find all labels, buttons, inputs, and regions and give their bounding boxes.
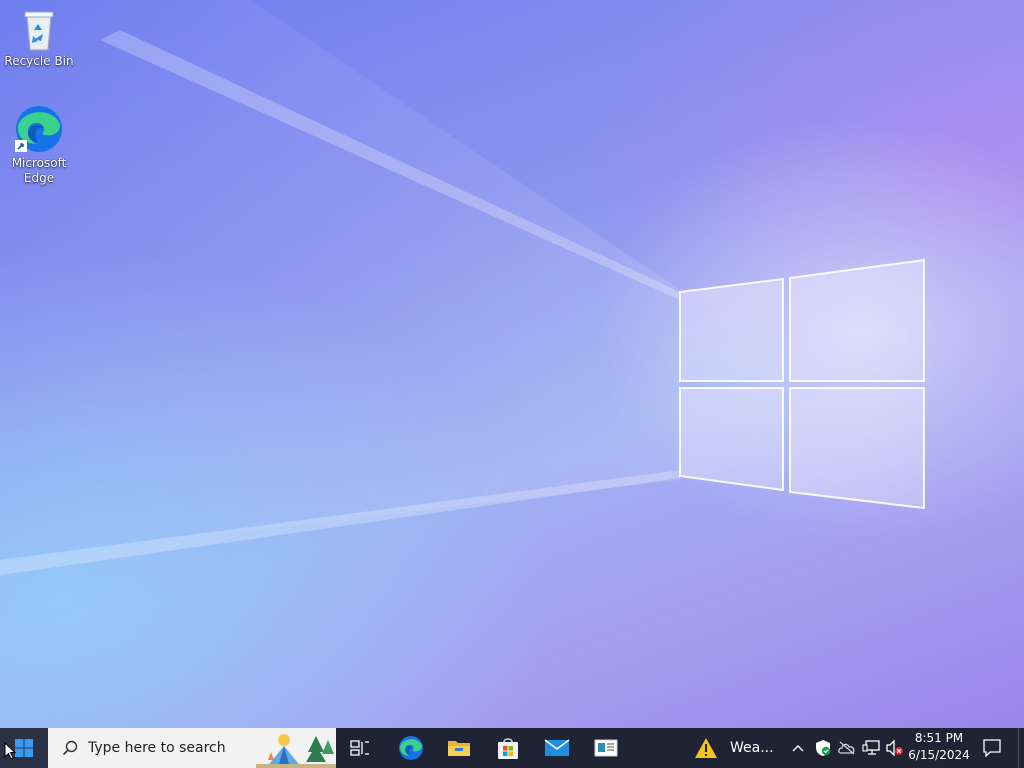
volume-muted-icon xyxy=(886,740,903,756)
file-explorer-icon xyxy=(448,741,470,756)
weather-label: Wea... xyxy=(730,740,774,756)
edge-label-line2: Edge xyxy=(23,171,55,185)
mouse-cursor-icon xyxy=(4,742,16,760)
recycle-bin-shortcut[interactable]: Recycle Bin xyxy=(1,8,77,69)
edge-label-line1: Microsoft xyxy=(11,156,67,170)
network-icon xyxy=(862,740,880,755)
microsoft-store-icon xyxy=(498,738,518,759)
task-view-icon xyxy=(350,740,369,756)
search-icon xyxy=(62,740,78,756)
show-hidden-icons-button[interactable] xyxy=(788,728,808,768)
desktop-wallpaper: Recycle Bin Microsoft Edge xyxy=(0,0,1024,728)
microsoft-edge-shortcut[interactable]: Microsoft Edge xyxy=(1,104,77,186)
warning-icon xyxy=(695,738,717,758)
weather-widget[interactable]: Wea... xyxy=(694,728,774,768)
task-view-button[interactable] xyxy=(340,728,380,768)
notification-icon xyxy=(983,739,1001,757)
recycle-bin-label: Recycle Bin xyxy=(4,54,74,68)
search-placeholder: Type here to search xyxy=(88,740,226,756)
chevron-up-icon xyxy=(792,745,804,752)
windows-security-tray[interactable] xyxy=(812,728,834,768)
search-box[interactable]: Type here to search xyxy=(48,728,336,768)
mail-icon xyxy=(544,739,570,756)
search-highlight-camping-icon xyxy=(256,734,336,768)
wallpaper-windows-logo xyxy=(0,0,925,575)
volume-tray[interactable] xyxy=(884,728,906,768)
network-tray[interactable] xyxy=(860,728,882,768)
edge-icon xyxy=(399,736,423,760)
onedrive-tray[interactable] xyxy=(836,728,858,768)
taskbar-edge-button[interactable] xyxy=(390,728,432,768)
taskbar: Type here to search Wea... 8:51 PM 6/15/… xyxy=(0,728,1024,768)
edge-icon xyxy=(15,106,62,152)
news-button[interactable] xyxy=(585,728,627,768)
recycle-bin-icon xyxy=(24,11,54,51)
shield-icon xyxy=(816,740,831,756)
taskbar-clock[interactable]: 8:51 PM 6/15/2024 xyxy=(904,730,974,764)
file-explorer-button[interactable] xyxy=(438,728,480,768)
clock-time: 8:51 PM xyxy=(914,731,964,745)
mail-button[interactable] xyxy=(536,728,578,768)
microsoft-store-button[interactable] xyxy=(487,728,529,768)
action-center-button[interactable] xyxy=(978,728,1006,768)
windows-logo-icon xyxy=(15,739,33,757)
show-desktop-button[interactable] xyxy=(1018,728,1024,768)
clock-date: 6/15/2024 xyxy=(908,748,970,762)
onedrive-offline-icon xyxy=(838,741,855,755)
news-icon xyxy=(594,739,618,757)
